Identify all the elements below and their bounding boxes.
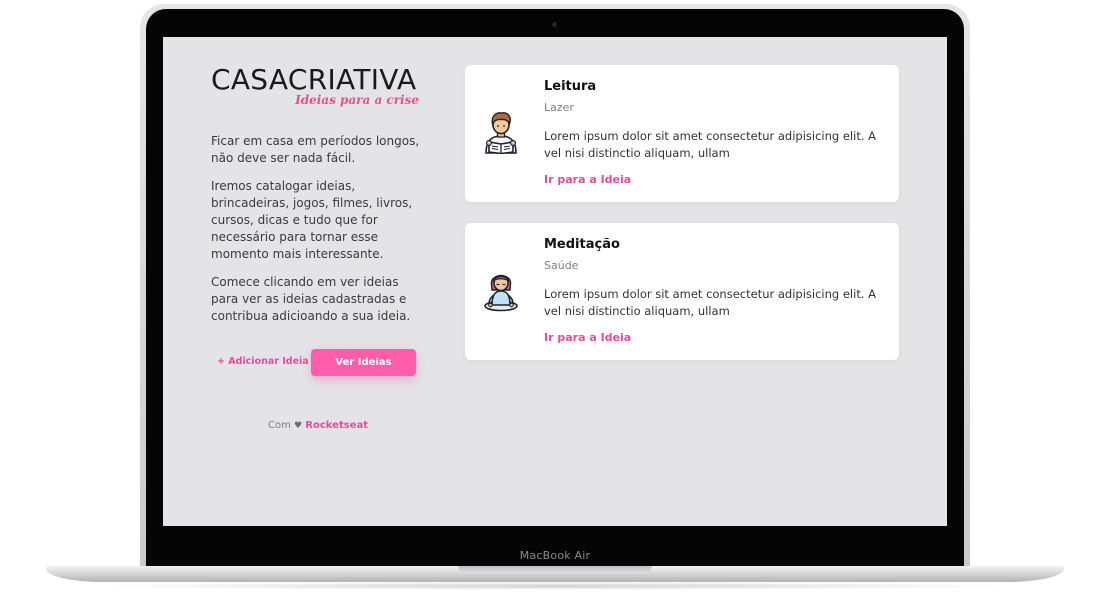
device-brand-label: MacBook Air — [519, 549, 591, 562]
idea-title: Leitura — [544, 79, 597, 94]
rocketseat-link[interactable]: Rocketseat — [305, 420, 368, 431]
idea-link[interactable]: Ir para a Ideia — [544, 331, 631, 344]
idea-title: Meditação — [544, 237, 620, 252]
intro-paragraph: Ficar em casa em períodos longos, não de… — [211, 134, 420, 165]
idea-description: Lorem ipsum dolor sit amet consectetur a… — [544, 287, 877, 318]
idea-category: Lazer — [544, 101, 574, 114]
logo-tagline: Ideias para a crise — [295, 93, 419, 107]
logo-casa: CASA — [211, 63, 288, 96]
idea-description: Lorem ipsum dolor sit amet consectetur a… — [544, 129, 877, 160]
logo[interactable]: CASACRIATIVA Ideias para a crise — [211, 65, 421, 111]
heart-icon: ♥ — [294, 421, 303, 431]
intro-text: Ficar em casa em períodos longos, não de… — [211, 133, 423, 336]
intro-paragraph: Iremos catalogar ideias, brincadeiras, j… — [211, 179, 413, 261]
idea-category: Saúde — [544, 259, 579, 272]
view-ideas-button[interactable]: Ver Ideias — [311, 349, 416, 376]
intro-paragraph: Comece clicando em ver ideias para ver a… — [211, 275, 411, 323]
add-idea-link[interactable]: + Adicionar Ideia — [217, 356, 309, 367]
logo-wordmark: CASACRIATIVA — [211, 65, 421, 95]
footer: Com ♥ Rocketseat — [268, 420, 368, 431]
idea-link[interactable]: Ir para a Ideia — [544, 173, 631, 186]
reading-person-icon — [481, 110, 521, 155]
idea-card: Meditação Saúde Lorem ipsum dolor sit am… — [465, 223, 899, 360]
camera-icon — [552, 22, 557, 27]
laptop-base-notch — [458, 566, 652, 573]
meditation-person-icon — [481, 268, 521, 312]
app-screen: CASACRIATIVA Ideias para a crise Ficar e… — [163, 37, 947, 526]
logo-criativa: CRIATIVA — [287, 63, 417, 96]
idea-card: Leitura Lazer Lorem ipsum dolor sit amet… — [465, 65, 899, 202]
laptop-shadow — [80, 582, 1030, 590]
footer-prefix: Com — [268, 420, 291, 431]
